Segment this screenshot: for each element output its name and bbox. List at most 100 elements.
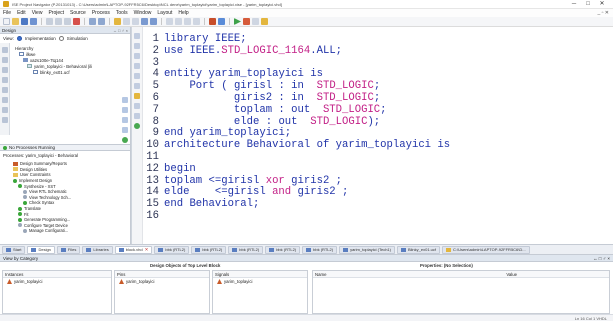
new-file-icon[interactable] xyxy=(3,18,10,25)
cut-icon[interactable] xyxy=(46,18,53,25)
zoom-out-icon[interactable] xyxy=(132,18,139,25)
menu-process[interactable]: Process xyxy=(89,10,113,16)
hint-icon[interactable] xyxy=(261,18,268,25)
code-line[interactable]: 16 xyxy=(144,210,450,223)
paste-icon[interactable] xyxy=(64,18,71,25)
design-summary-icon[interactable] xyxy=(209,18,216,25)
menu-window[interactable]: Window xyxy=(131,10,155,16)
instance-row[interactable]: yarim_toplayici xyxy=(3,278,111,285)
source-properties-icon[interactable] xyxy=(1,97,8,103)
code-token: Behavioral; xyxy=(189,198,260,211)
new-source-icon[interactable] xyxy=(1,47,8,53)
open-icon[interactable] xyxy=(134,33,140,39)
clear-bookmarks-icon[interactable] xyxy=(193,18,200,25)
indent-icon[interactable] xyxy=(134,43,140,49)
panel-controls[interactable]: ↔ □ ♂ × xyxy=(113,28,128,33)
insert-template-icon[interactable] xyxy=(134,103,140,109)
menu-help[interactable]: Help xyxy=(175,10,191,16)
code-line[interactable]: 10 architecture Behavioral of yarim_topla… xyxy=(144,139,450,152)
open-source-icon[interactable] xyxy=(1,87,8,93)
uncomment-icon[interactable] xyxy=(134,73,140,79)
add-source-icon[interactable] xyxy=(1,57,8,63)
pan-icon[interactable] xyxy=(122,117,128,123)
refresh-icon[interactable] xyxy=(122,137,128,143)
next-bookmark-icon[interactable] xyxy=(175,18,182,25)
menu-layout[interactable]: Layout xyxy=(154,10,175,16)
tab-editor-0[interactable]: block.vhd ✕ xyxy=(114,245,153,254)
menu-view[interactable]: View xyxy=(29,10,46,16)
tab-editor-4[interactable]: bbk (RTL2) xyxy=(265,245,301,254)
comment-icon[interactable] xyxy=(134,63,140,69)
hierarchy-item-ucf[interactable]: blinky_ex01.ucf xyxy=(15,69,117,75)
process-manage-configuration[interactable]: Manage Configurati... xyxy=(9,228,128,234)
code-token: ; xyxy=(373,91,381,104)
menu-edit[interactable]: Edit xyxy=(14,10,29,16)
process-label: Design Summary/Reports xyxy=(20,161,67,167)
pin-row[interactable]: yarim_toplayici xyxy=(115,278,209,285)
implementation-label[interactable]: Implementation xyxy=(25,36,56,41)
implementation-radio[interactable] xyxy=(16,36,22,41)
find-icon[interactable] xyxy=(114,18,121,25)
help-icon[interactable] xyxy=(218,18,225,25)
delete-icon[interactable] xyxy=(73,18,80,25)
code-token: elde <=girisl xyxy=(164,186,273,199)
add-copy-source-icon[interactable] xyxy=(1,67,8,73)
view-by-category[interactable]: View by Category xyxy=(3,256,38,261)
tab-editor-2[interactable]: bbk (RTL2) xyxy=(191,245,227,254)
maximize-button[interactable]: □ xyxy=(581,0,595,8)
bookmark-icon[interactable] xyxy=(166,18,173,25)
goto-line-icon[interactable] xyxy=(134,83,140,89)
save-all-icon[interactable] xyxy=(30,18,37,25)
open-folder-icon[interactable] xyxy=(12,18,19,25)
collapse-all-icon[interactable] xyxy=(1,117,8,123)
outdent-icon[interactable] xyxy=(134,53,140,59)
tab-libraries[interactable]: Libraries xyxy=(82,245,113,254)
stop-icon[interactable] xyxy=(243,18,250,25)
remove-source-icon[interactable] xyxy=(1,77,8,83)
window-tile-icon[interactable] xyxy=(141,18,148,25)
zoom-in-icon[interactable] xyxy=(123,18,130,25)
window-cascade-icon[interactable] xyxy=(150,18,157,25)
tab-editor-1[interactable]: bbk (RTL2) xyxy=(154,245,190,254)
tab-editor-5[interactable]: bbk (RTL2) xyxy=(302,245,338,254)
prev-bookmark-icon[interactable] xyxy=(184,18,191,25)
tab-editor-6[interactable]: yarim_toplayici (Tech1) xyxy=(339,245,395,254)
tab-editor-7[interactable]: Blinky_ex01.ucf xyxy=(396,245,440,254)
menu-project[interactable]: Project xyxy=(45,10,67,16)
process-label: View RTL Schematic xyxy=(29,189,67,195)
tab-start[interactable]: Start xyxy=(2,245,26,254)
menu-file[interactable]: File xyxy=(0,10,14,16)
code-text[interactable]: 1 library IEEE; 2 use IEEE.STD_LOGIC_1164.A… xyxy=(144,33,450,223)
panel-controls[interactable]: ↔ □ ♂ × xyxy=(593,256,610,261)
compile-icon[interactable] xyxy=(134,123,140,129)
language-templates-icon[interactable] xyxy=(134,93,140,99)
save-icon[interactable] xyxy=(21,18,28,25)
close-button[interactable]: ✕ xyxy=(595,0,609,8)
tab-files[interactable]: Files xyxy=(56,245,81,254)
tab-editor-8[interactable]: C:\Users\admin\LAPTOP-92FFR5C6\D... xyxy=(442,245,530,254)
signal-row[interactable]: yarim_toplayici xyxy=(213,278,307,285)
zoom-fit-icon[interactable] xyxy=(122,97,128,103)
toggle-bookmark-icon[interactable] xyxy=(134,113,140,119)
code-line[interactable]: 2 use IEEE.STD_LOGIC_1164.ALL; xyxy=(144,45,450,58)
undo-icon[interactable] xyxy=(89,18,96,25)
simulation-radio[interactable] xyxy=(58,36,64,41)
tab-editor-3[interactable]: bbk (RTL2) xyxy=(228,245,264,254)
run-icon[interactable] xyxy=(234,18,241,25)
processes-status-bar: No Processes Running xyxy=(0,144,130,151)
simulation-label[interactable]: Simulation xyxy=(67,36,88,41)
select-icon[interactable] xyxy=(122,127,128,133)
tab-design[interactable]: Design xyxy=(27,245,55,254)
copy-icon[interactable] xyxy=(55,18,62,25)
document-window-controls[interactable]: _ ▫ ✕ xyxy=(597,10,609,16)
zoom-region-icon[interactable] xyxy=(122,107,128,113)
close-tab-icon[interactable]: ✕ xyxy=(145,247,149,253)
menu-source[interactable]: Source xyxy=(67,10,89,16)
minimize-button[interactable]: ─ xyxy=(567,0,581,8)
code-line[interactable]: 15 end Behavioral; xyxy=(144,198,450,211)
schematic-icon[interactable] xyxy=(252,18,259,25)
expand-all-icon[interactable] xyxy=(1,107,8,113)
menu-tools[interactable]: Tools xyxy=(113,10,131,16)
redo-icon[interactable] xyxy=(98,18,105,25)
code-editor[interactable]: 1 library IEEE; 2 use IEEE.STD_LOGIC_1164.A… xyxy=(131,27,613,244)
